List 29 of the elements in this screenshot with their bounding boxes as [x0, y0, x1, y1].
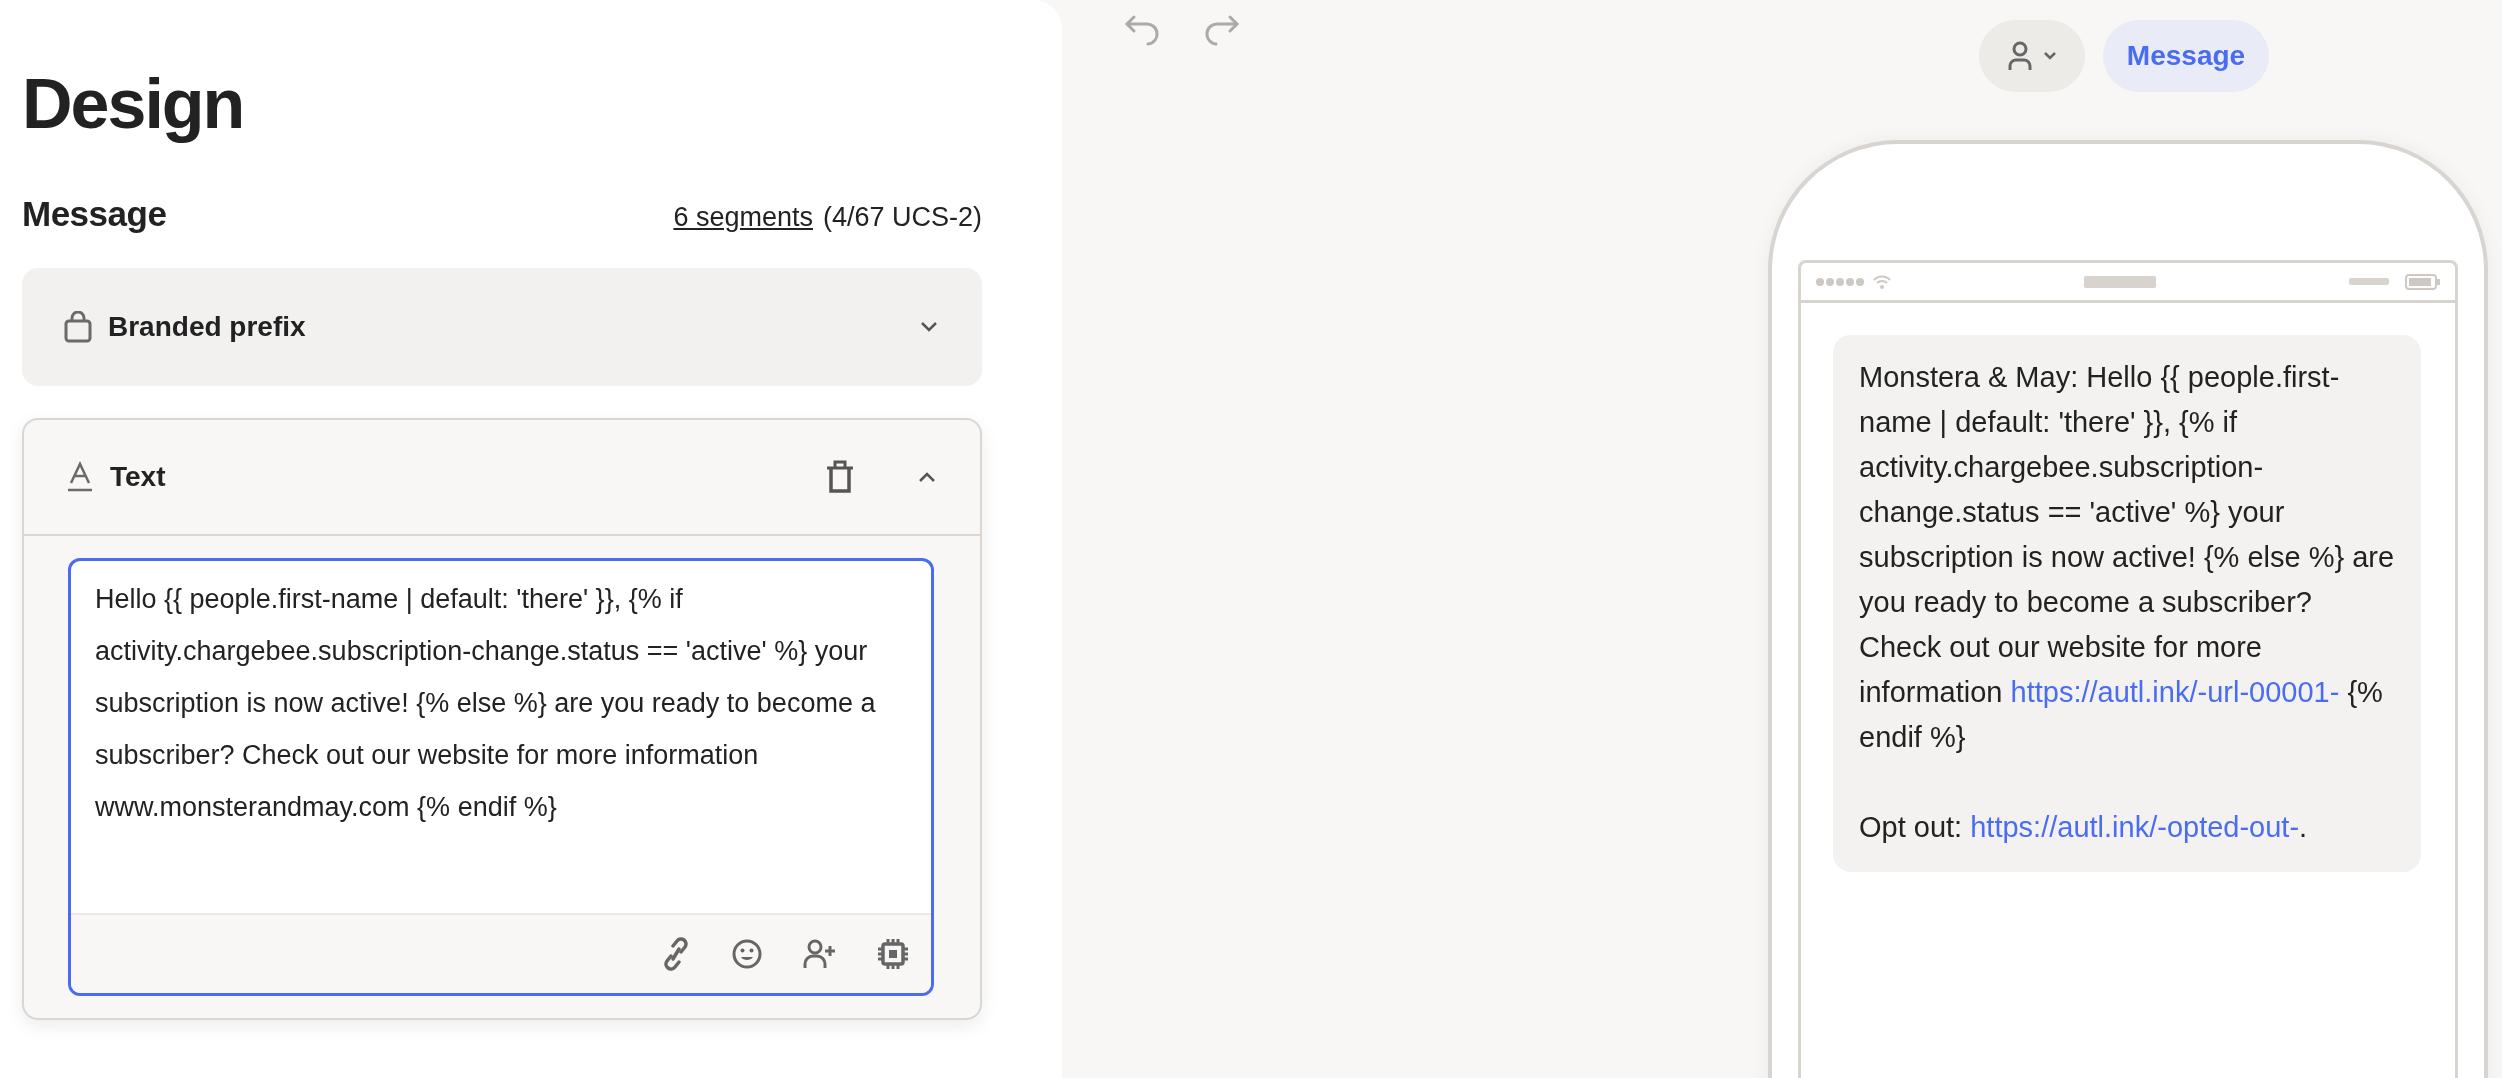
expand-chevron-icon[interactable]: [920, 321, 938, 333]
add-person-icon[interactable]: [803, 938, 837, 970]
bag-icon: [64, 311, 92, 343]
message-button[interactable]: Message: [2102, 20, 2270, 92]
section-title: Message: [22, 194, 167, 234]
block-label: Text: [110, 461, 166, 493]
battery-icon: [2405, 273, 2441, 290]
page-title: Design: [22, 64, 245, 145]
block-label: Branded prefix: [108, 311, 306, 343]
message-text: Monstera & May: Hello {{ people.first-name | default: 'there' }}, {% if activity.chargebee.subscription-change.status == 'active' %} your subscription is now active! {% else %} are you ready to become a subscriber? Check out our website for more information https://autl.ink/-url-00001- {% endif %}: [1859, 360, 2395, 755]
message-editor[interactable]: [68, 558, 934, 996]
link[interactable]: https://autl.ink/-url-00001-: [2010, 676, 2340, 708]
delete-icon[interactable]: [826, 460, 854, 494]
wifi-icon: [1873, 274, 1891, 289]
person-icon: [2006, 41, 2033, 71]
link[interactable]: https://autl.ink/-opted-out-: [1970, 811, 2300, 843]
signal-icon: [1815, 276, 1865, 287]
speaker-bar: [2084, 275, 2156, 288]
caret-icon: [2042, 51, 2057, 61]
message-text: Opt out: https://autl.ink/-opted-out-.: [1859, 810, 2309, 845]
emoji-icon[interactable]: [731, 938, 763, 970]
link-icon[interactable]: [661, 937, 691, 971]
message-text: Hello {{ people.first-name | default: 'there' }}, {% if activity.chargebee.subscription-change.status == 'active' %} your subscription is now active! {% else %} are you ready to become a subscriber? Check out our website for more information www.monsterandmay.com {% endif %}: [94, 583, 877, 824]
chip-icon[interactable]: [877, 938, 909, 970]
collapse-chevron-icon[interactable]: [918, 471, 936, 483]
encoding-count: (4/67 UCS-2): [822, 202, 982, 233]
text-style-icon: [66, 461, 94, 493]
clock-bar: [2349, 278, 2389, 285]
segments-link[interactable]: 6 segments: [673, 202, 813, 233]
